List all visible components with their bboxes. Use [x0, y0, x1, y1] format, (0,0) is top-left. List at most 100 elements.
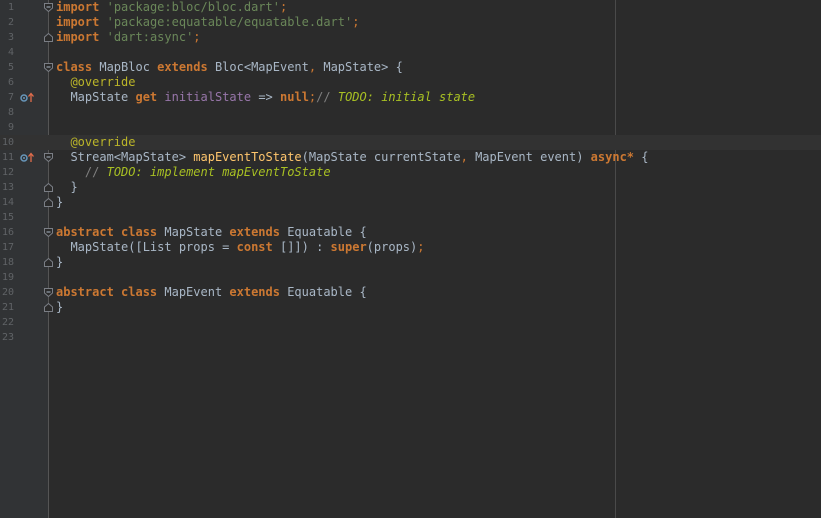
line-number: 2: [7, 17, 14, 28]
code-line[interactable]: 6 @override: [0, 75, 821, 90]
code-token: abstract class: [56, 285, 158, 299]
code-text[interactable]: // TODO: implement mapEventToState: [56, 165, 331, 180]
code-line[interactable]: 23: [0, 330, 821, 345]
code-token: @override: [70, 75, 136, 89]
fold-collapse-icon[interactable]: [44, 63, 53, 72]
code-line[interactable]: 10 @override: [0, 135, 821, 150]
code-token: MapState> {: [316, 60, 403, 74]
code-token: TODO: initial state: [337, 90, 476, 104]
code-token: ;: [279, 0, 288, 14]
code-token: MapState: [157, 225, 230, 239]
code-line[interactable]: 1 import 'package:bloc/bloc.dart';: [0, 0, 821, 15]
code-token: @override: [70, 135, 136, 149]
code-text[interactable]: }: [56, 255, 63, 270]
code-token: MapEvent: [157, 285, 230, 299]
code-text[interactable]: import 'package:equatable/equatable.dart…: [56, 15, 359, 30]
line-number: 22: [1, 317, 14, 328]
code-line[interactable]: 2 import 'package:equatable/equatable.dar…: [0, 15, 821, 30]
code-line[interactable]: 20 abstract class MapEvent extends Equata…: [0, 285, 821, 300]
code-line[interactable]: 7 MapState get initialState => null;// T…: [0, 90, 821, 105]
code-token: Bloc<MapEvent: [207, 60, 309, 74]
code-text[interactable]: MapState get initialState => null;// TOD…: [56, 90, 475, 105]
fold-collapse-icon[interactable]: [44, 153, 53, 162]
code-line[interactable]: 4: [0, 45, 821, 60]
line-number: 12: [1, 167, 14, 178]
fold-collapse-icon[interactable]: [44, 3, 53, 12]
fold-end-icon[interactable]: [44, 303, 53, 312]
code-token: []]) :: [272, 240, 331, 254]
code-token: }: [56, 255, 64, 269]
code-token: ;: [352, 15, 360, 29]
override-method-icon[interactable]: [20, 92, 34, 103]
code-line[interactable]: 17 MapState([List props = const []]) : s…: [0, 240, 821, 255]
code-text[interactable]: import 'package:bloc/bloc.dart';: [56, 0, 287, 15]
code-token: initialState: [164, 90, 252, 104]
code-line[interactable]: 5 class MapBloc extends Bloc<MapEvent, Ma…: [0, 60, 821, 75]
fold-end-icon[interactable]: [44, 183, 53, 192]
code-token: import: [56, 15, 100, 29]
line-number: 13: [1, 182, 14, 193]
code-line[interactable]: 22: [0, 315, 821, 330]
code-line[interactable]: 3 import 'dart:async';: [0, 30, 821, 45]
code-token: //: [316, 90, 338, 104]
fold-end-icon[interactable]: [44, 198, 53, 207]
code-token: (props): [366, 240, 418, 254]
code-text[interactable]: import 'dart:async';: [56, 30, 201, 45]
fold-end-icon[interactable]: [44, 33, 53, 42]
code-line[interactable]: 19: [0, 270, 821, 285]
code-token: {: [634, 150, 649, 164]
code-token: import: [56, 30, 100, 44]
line-number: 15: [1, 212, 14, 223]
code-token: 'dart:async': [106, 30, 194, 44]
code-line[interactable]: 11 Stream<MapState> mapEventToState(MapS…: [0, 150, 821, 165]
code-line[interactable]: 16 abstract class MapState extends Equata…: [0, 225, 821, 240]
line-number: 16: [1, 227, 14, 238]
code-text[interactable]: }: [56, 300, 63, 315]
code-token: MapState: [56, 90, 136, 104]
code-line[interactable]: 9: [0, 120, 821, 135]
code-token: Stream<MapState>: [56, 150, 194, 164]
line-number: 21: [1, 302, 14, 313]
code-text[interactable]: }: [56, 180, 77, 195]
code-text[interactable]: Stream<MapState> mapEventToState(MapStat…: [56, 150, 648, 165]
code-line[interactable]: 14}: [0, 195, 821, 210]
code-text[interactable]: abstract class MapEvent extends Equatabl…: [56, 285, 367, 300]
line-number: 10: [1, 137, 14, 148]
code-text[interactable]: abstract class MapState extends Equatabl…: [56, 225, 367, 240]
line-number: 7: [7, 92, 14, 103]
code-text[interactable]: @override: [56, 135, 135, 150]
code-token: TODO: implement mapEventToState: [106, 165, 331, 179]
code-line[interactable]: 8: [0, 105, 821, 120]
fold-collapse-icon[interactable]: [44, 288, 53, 297]
code-token: const: [236, 240, 273, 254]
code-token: extends: [157, 60, 208, 74]
line-number: 17: [1, 242, 14, 253]
line-number: 19: [1, 272, 14, 283]
code-line[interactable]: 21}: [0, 300, 821, 315]
code-token: import: [56, 0, 100, 14]
code-text[interactable]: }: [56, 195, 63, 210]
code-line[interactable]: 13 }: [0, 180, 821, 195]
line-number: 23: [1, 332, 14, 343]
code-text[interactable]: class MapBloc extends Bloc<MapEvent, Map…: [56, 60, 403, 75]
line-number: 1: [7, 2, 14, 13]
line-number: 20: [1, 287, 14, 298]
code-token: class: [56, 60, 93, 74]
code-text[interactable]: @override: [56, 75, 135, 90]
code-token: 'package:bloc/bloc.dart': [106, 0, 280, 14]
code-text[interactable]: MapState([List props = const []]) : supe…: [56, 240, 424, 255]
code-token: abstract class: [56, 225, 158, 239]
code-line[interactable]: 15: [0, 210, 821, 225]
code-token: Equatable {: [279, 225, 367, 239]
line-number: 9: [7, 122, 14, 133]
fold-collapse-icon[interactable]: [44, 228, 53, 237]
code-line[interactable]: 18}: [0, 255, 821, 270]
line-number: 6: [7, 77, 14, 88]
code-token: =>: [251, 90, 281, 104]
override-method-icon[interactable]: [20, 152, 34, 163]
code-line[interactable]: 12 // TODO: implement mapEventToState: [0, 165, 821, 180]
fold-end-icon[interactable]: [44, 258, 53, 267]
code-token: null: [280, 90, 309, 104]
